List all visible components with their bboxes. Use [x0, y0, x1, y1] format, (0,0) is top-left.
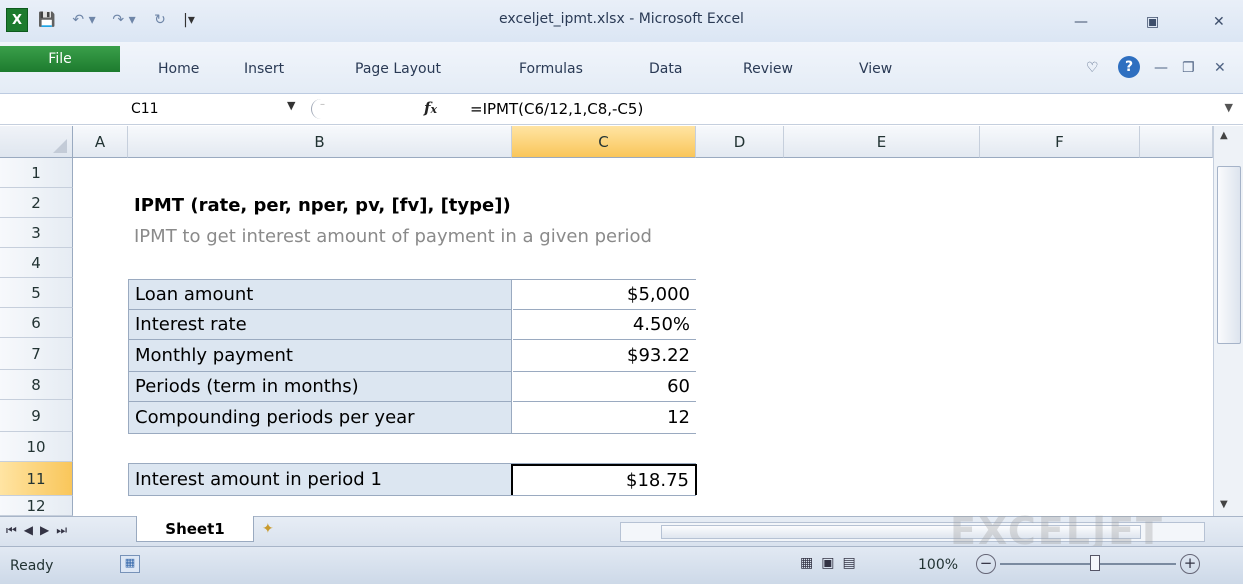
row-header[interactable]: 8: [0, 370, 73, 400]
active-cell-c11[interactable]: $18.75: [511, 464, 697, 495]
cell-label[interactable]: Periods (term in months): [129, 372, 512, 402]
window-title: exceljet_ipmt.xlsx - Microsoft Excel: [499, 11, 744, 27]
column-header-a[interactable]: A: [73, 126, 128, 158]
minimize-icon[interactable]: —: [1074, 14, 1088, 30]
row-header[interactable]: 4: [0, 248, 73, 278]
result-table: Interest amount in period 1 $18.75: [128, 463, 697, 496]
cell-b3-subheading[interactable]: IPMT to get interest amount of payment i…: [134, 222, 652, 250]
status-bar: Ready ▦ ▦▣▤ 100% − +: [0, 546, 1243, 584]
row-header[interactable]: 12: [0, 496, 73, 516]
cell-value[interactable]: $5,000: [513, 280, 696, 310]
cell-label[interactable]: Loan amount: [129, 280, 512, 310]
ribbon-tabs: File Home Insert Page Layout Formulas Da…: [0, 42, 1243, 94]
formula-bar: C11 ▼ – fx =IPMT(C6/12,1,C8,-C5) ▼: [0, 95, 1243, 125]
scroll-down-icon[interactable]: ▼: [1220, 499, 1228, 510]
zoom-slider-thumb[interactable]: [1090, 555, 1100, 571]
zoom-level[interactable]: 100%: [918, 557, 958, 573]
insert-function-icon[interactable]: fx: [424, 99, 437, 117]
title-bar: X 💾 ↶ ▾ ↷ ▾ ↻ |▾ exceljet_ipmt.xlsx - Mi…: [0, 0, 1243, 42]
zoom-in-icon[interactable]: +: [1180, 554, 1200, 574]
cell-value[interactable]: 12: [513, 402, 696, 433]
row-header[interactable]: 2: [0, 188, 73, 218]
workbook-minimize-icon[interactable]: —: [1154, 60, 1168, 76]
row-header[interactable]: 1: [0, 158, 73, 188]
vertical-scroll-thumb[interactable]: [1217, 166, 1241, 344]
sheet-tabs-bar: ⏮◀▶⏭ Sheet1 ✦ EXCELJET: [0, 509, 1243, 553]
cell-b2-heading[interactable]: IPMT (rate, per, nper, pv, [fv], [type]): [134, 191, 511, 219]
sheet-tab-sheet1[interactable]: Sheet1: [136, 516, 254, 542]
column-header-b[interactable]: B: [128, 126, 512, 158]
formula-cancel-icon[interactable]: –: [311, 99, 333, 119]
vertical-scrollbar[interactable]: ▲ ▼: [1213, 126, 1243, 516]
tab-review[interactable]: Review: [743, 61, 793, 77]
select-all-button[interactable]: [0, 126, 73, 158]
zoom-slider[interactable]: [1000, 563, 1176, 565]
tab-home[interactable]: Home: [158, 61, 199, 77]
tab-file[interactable]: File: [0, 46, 120, 72]
name-box-dropdown-icon[interactable]: ▼: [287, 99, 295, 112]
row-header[interactable]: 9: [0, 400, 73, 432]
view-buttons[interactable]: ▦▣▤: [800, 555, 864, 571]
sheet-nav-icons[interactable]: ⏮◀▶⏭: [6, 523, 74, 538]
tab-insert[interactable]: Insert: [244, 61, 284, 77]
tab-page-layout[interactable]: Page Layout: [355, 61, 441, 77]
tab-data[interactable]: Data: [649, 61, 682, 77]
expand-formula-bar-icon[interactable]: ▼: [1225, 101, 1233, 114]
row-header[interactable]: 3: [0, 218, 73, 248]
column-header-c[interactable]: C: [512, 126, 696, 158]
scroll-up-icon[interactable]: ▲: [1220, 130, 1228, 141]
row-header[interactable]: 6: [0, 308, 73, 338]
help-icon[interactable]: ?: [1118, 56, 1140, 78]
worksheet-grid: A B C D E F 1 2 3 4 5 6 7 8 9 10 11 12 I…: [0, 126, 1243, 516]
cell-value[interactable]: $93.22: [513, 340, 696, 372]
minimize-ribbon-icon[interactable]: ♡: [1086, 60, 1099, 76]
column-header-g[interactable]: [1140, 126, 1213, 158]
row-header[interactable]: 10: [0, 432, 73, 462]
cell-value[interactable]: 60: [513, 372, 696, 402]
insert-sheet-icon[interactable]: ✦: [262, 521, 274, 537]
column-header-e[interactable]: E: [784, 126, 980, 158]
cell-label[interactable]: Compounding periods per year: [129, 402, 512, 433]
column-header-d[interactable]: D: [696, 126, 784, 158]
tab-view[interactable]: View: [859, 61, 892, 77]
inputs-table: Loan amount $5,000 Interest rate 4.50% M…: [128, 279, 696, 434]
maximize-icon[interactable]: ▣: [1146, 14, 1159, 30]
cell-value[interactable]: 4.50%: [513, 310, 696, 340]
formula-input[interactable]: =IPMT(C6/12,1,C8,-C5): [470, 100, 643, 118]
workbook-close-icon[interactable]: ✕: [1214, 60, 1226, 76]
column-header-f[interactable]: F: [980, 126, 1140, 158]
macro-record-icon[interactable]: ▦: [120, 555, 140, 573]
row-header[interactable]: 7: [0, 338, 73, 370]
zoom-out-icon[interactable]: −: [976, 554, 996, 574]
tab-formulas[interactable]: Formulas: [519, 61, 583, 77]
workbook-restore-icon[interactable]: ❐: [1182, 60, 1195, 76]
result-label[interactable]: Interest amount in period 1: [129, 464, 512, 495]
cell-label[interactable]: Interest rate: [129, 310, 512, 340]
row-header-selected[interactable]: 11: [0, 462, 73, 496]
close-icon[interactable]: ✕: [1213, 14, 1225, 30]
status-ready: Ready: [10, 558, 54, 574]
row-header[interactable]: 5: [0, 278, 73, 308]
cell-label[interactable]: Monthly payment: [129, 340, 512, 372]
